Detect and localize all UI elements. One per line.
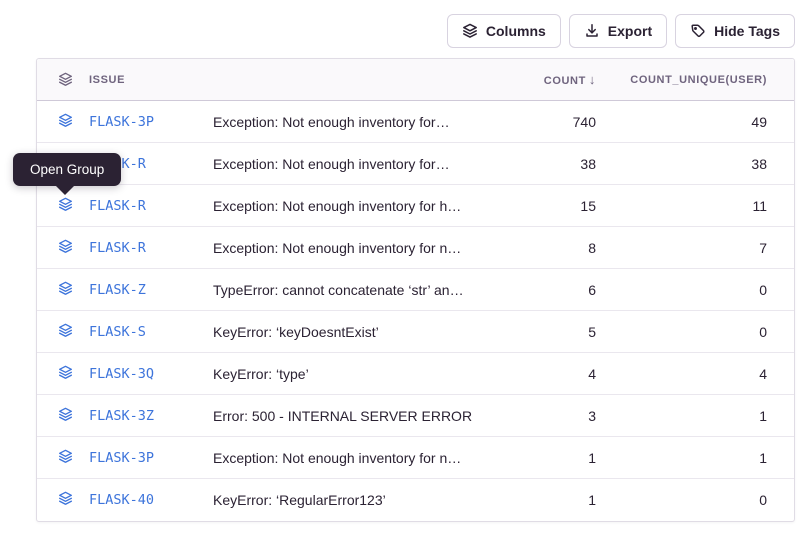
issue-link[interactable]: FLASK-3P xyxy=(89,450,154,466)
table-row[interactable]: FLASK-3Q KeyError: ‘type’ 4 4 xyxy=(37,353,794,395)
issues-table: ISSUE COUNT↓ COUNT_UNIQUE(USER) FLASK-3P… xyxy=(36,58,795,522)
count-unique-value: 38 xyxy=(596,156,794,172)
table-row[interactable]: FLASK-S KeyError: ‘keyDoesntExist’ 5 0 xyxy=(37,311,794,353)
open-group-button[interactable] xyxy=(58,281,73,299)
issue-title: KeyError: ‘RegularError123’ xyxy=(209,492,476,508)
columns-button-label: Columns xyxy=(486,23,546,39)
count-value: 4 xyxy=(476,366,596,382)
layers-icon xyxy=(58,407,73,425)
table-row[interactable]: FLASK-R Exception: Not enough inventory … xyxy=(37,143,794,185)
tooltip-arrow xyxy=(55,185,75,195)
issue-link[interactable]: FLASK-40 xyxy=(89,492,154,508)
layers-icon xyxy=(58,281,73,299)
table-row[interactable]: FLASK-Z TypeError: cannot concatenate ‘s… xyxy=(37,269,794,311)
table-body: FLASK-3P Exception: Not enough inventory… xyxy=(37,101,794,521)
issue-link[interactable]: FLASK-R xyxy=(89,198,146,214)
count-unique-value: 0 xyxy=(596,492,794,508)
export-button-label: Export xyxy=(608,23,652,39)
issue-link[interactable]: FLASK-3Z xyxy=(89,408,154,424)
open-group-tooltip: Open Group xyxy=(13,153,121,186)
issue-title: TypeError: cannot concatenate ‘str’ an… xyxy=(209,282,476,298)
count-value: 8 xyxy=(476,240,596,256)
count-value: 1 xyxy=(476,492,596,508)
issue-title: Exception: Not enough inventory for h… xyxy=(209,198,476,214)
open-group-button[interactable] xyxy=(58,197,73,215)
count-unique-value: 1 xyxy=(596,450,794,466)
issue-link[interactable]: FLASK-3Q xyxy=(89,366,154,382)
issue-title: Exception: Not enough inventory for… xyxy=(209,156,476,172)
columns-button[interactable]: Columns xyxy=(447,14,561,48)
count-unique-value: 7 xyxy=(596,240,794,256)
layers-icon xyxy=(58,323,73,341)
table-row[interactable]: FLASK-R Exception: Not enough inventory … xyxy=(37,185,794,227)
column-header-issue[interactable]: ISSUE xyxy=(85,74,209,86)
open-group-button[interactable] xyxy=(58,491,73,509)
issue-title: Error: 500 - INTERNAL SERVER ERROR xyxy=(209,408,476,424)
issue-link[interactable]: FLASK-3P xyxy=(89,114,154,130)
open-group-button[interactable] xyxy=(58,365,73,383)
table-row[interactable]: FLASK-40 KeyError: ‘RegularError123’ 1 0 xyxy=(37,479,794,521)
open-group-button[interactable] xyxy=(58,323,73,341)
issue-title: Exception: Not enough inventory for n… xyxy=(209,240,476,256)
issue-title: Exception: Not enough inventory for n… xyxy=(209,450,476,466)
count-value: 3 xyxy=(476,408,596,424)
count-value: 6 xyxy=(476,282,596,298)
issue-title: KeyError: ‘type’ xyxy=(209,366,476,382)
layers-icon xyxy=(58,197,73,215)
column-header-count[interactable]: COUNT↓ xyxy=(476,72,596,87)
table-row[interactable]: FLASK-3P Exception: Not enough inventory… xyxy=(37,101,794,143)
toolbar: Columns Export Hide Tags xyxy=(447,14,795,48)
count-value: 38 xyxy=(476,156,596,172)
count-unique-value: 0 xyxy=(596,324,794,340)
count-unique-value: 11 xyxy=(596,198,794,214)
table-row[interactable]: FLASK-R Exception: Not enough inventory … xyxy=(37,227,794,269)
hide-tags-button-label: Hide Tags xyxy=(714,23,780,39)
open-group-button[interactable] xyxy=(58,239,73,257)
open-group-button[interactable] xyxy=(58,407,73,425)
count-unique-value: 4 xyxy=(596,366,794,382)
layers-icon xyxy=(462,23,478,39)
issue-title: Exception: Not enough inventory for… xyxy=(209,114,476,130)
issue-link[interactable]: FLASK-S xyxy=(89,324,146,340)
table-row[interactable]: FLASK-3P Exception: Not enough inventory… xyxy=(37,437,794,479)
count-value: 5 xyxy=(476,324,596,340)
count-unique-value: 1 xyxy=(596,408,794,424)
count-value: 1 xyxy=(476,450,596,466)
download-icon xyxy=(584,23,600,39)
open-group-button[interactable] xyxy=(58,113,73,131)
layers-icon xyxy=(58,239,73,257)
hide-tags-button[interactable]: Hide Tags xyxy=(675,14,795,48)
layers-icon xyxy=(58,491,73,509)
count-value: 15 xyxy=(476,198,596,214)
column-header-count-unique[interactable]: COUNT_UNIQUE(USER) xyxy=(596,74,794,86)
stack-header-icon[interactable] xyxy=(37,72,85,87)
table-header-row: ISSUE COUNT↓ COUNT_UNIQUE(USER) xyxy=(37,59,794,101)
layers-icon xyxy=(58,449,73,467)
issue-title: KeyError: ‘keyDoesntExist’ xyxy=(209,324,476,340)
table-row[interactable]: FLASK-3Z Error: 500 - INTERNAL SERVER ER… xyxy=(37,395,794,437)
issue-link[interactable]: FLASK-Z xyxy=(89,282,146,298)
count-unique-value: 0 xyxy=(596,282,794,298)
tooltip-label: Open Group xyxy=(30,162,104,177)
open-group-button[interactable] xyxy=(58,449,73,467)
sort-descending-icon: ↓ xyxy=(589,72,596,87)
count-value: 740 xyxy=(476,114,596,130)
count-unique-value: 49 xyxy=(596,114,794,130)
issue-link[interactable]: FLASK-R xyxy=(89,240,146,256)
layers-icon xyxy=(58,365,73,383)
layers-icon xyxy=(58,113,73,131)
tag-icon xyxy=(690,23,706,39)
export-button[interactable]: Export xyxy=(569,14,667,48)
